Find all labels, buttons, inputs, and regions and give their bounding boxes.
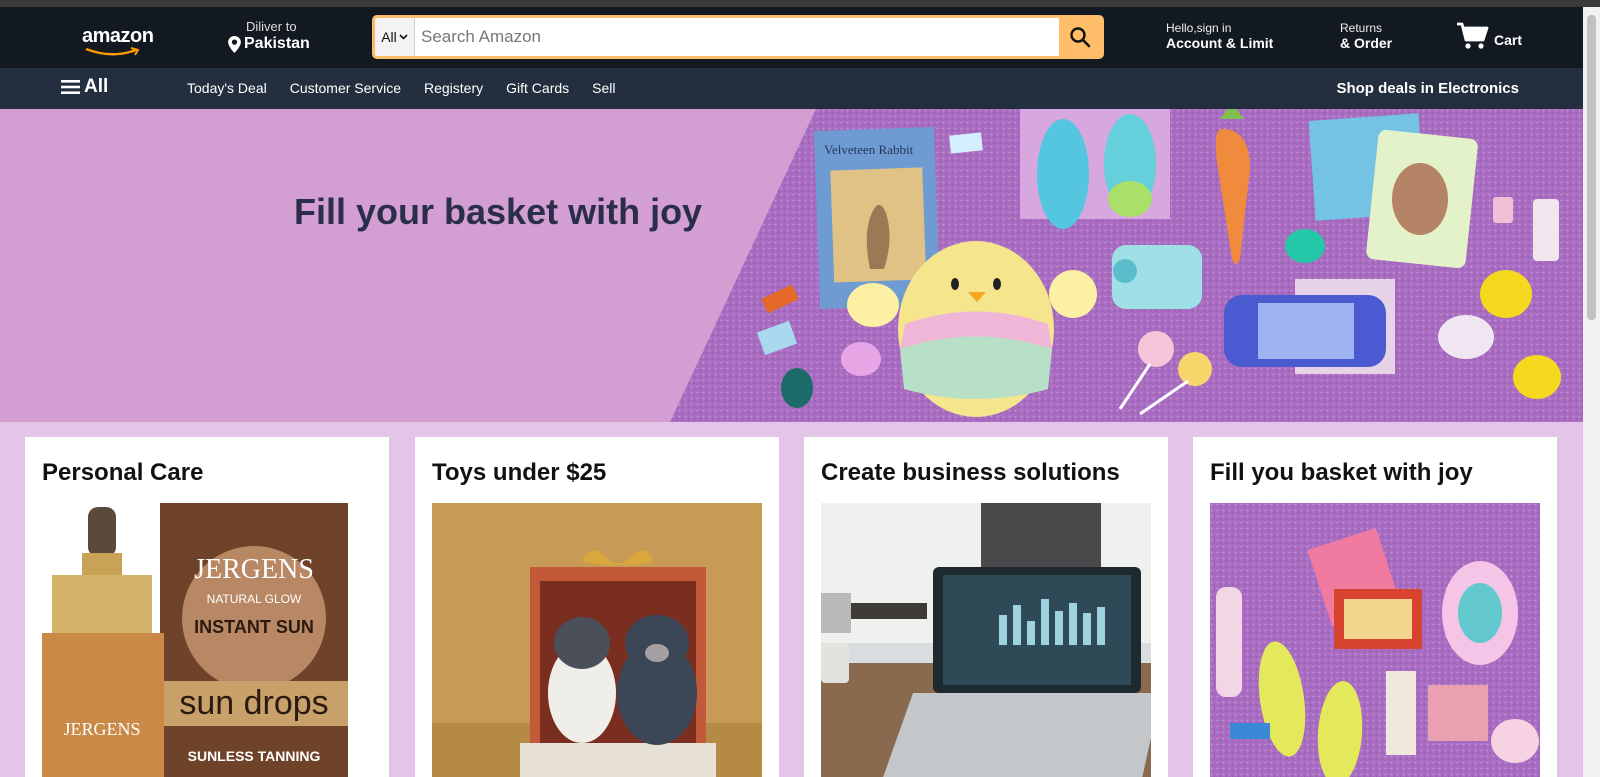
jergens-bottle-text: JERGENS [63, 719, 140, 739]
search-category-dropdown[interactable]: All [375, 18, 415, 56]
card-image-business [821, 503, 1151, 777]
card-fill-basket[interactable]: Fill you basket with joy [1193, 437, 1557, 777]
card-image-personal-care: JERGENS NATURAL GLOW INSTANT SUN sun dro… [42, 503, 372, 777]
hero-banner[interactable]: Velveteen Rabbit Fill your basket with j… [0, 109, 1583, 422]
book-title: Velveteen Rabbit [824, 142, 914, 157]
search-icon [1070, 27, 1091, 48]
nav-link-sell[interactable]: Sell [592, 80, 615, 96]
search-category-label: All [381, 29, 397, 45]
scrollbar-thumb[interactable] [1587, 15, 1596, 320]
account-menu[interactable]: Hello,sign in Account & Limit [1166, 21, 1273, 51]
all-menu-button[interactable]: All [61, 76, 108, 98]
nav-links: Today's Deal Customer Service Registery … [187, 80, 616, 96]
card-title: Toys under $25 [432, 459, 607, 486]
returns-label: Returns [1340, 21, 1383, 35]
nav-link-gift-cards[interactable]: Gift Cards [506, 80, 569, 96]
account-label: Account & Limit [1166, 35, 1274, 51]
logo-smile-icon [85, 47, 140, 56]
orders-label: & Order [1340, 35, 1393, 51]
location-pin-icon [228, 35, 241, 53]
cart-icon [1457, 22, 1489, 49]
hero-easter-image: Velveteen Rabbit [670, 109, 1583, 422]
returns-orders[interactable]: Returns & Order [1340, 21, 1392, 51]
sub-navigation: All Today's Deal Customer Service Regist… [0, 68, 1583, 109]
instant-sun-text: INSTANT SUN [194, 617, 314, 637]
header: amazon Diliver to Pakistan All Search Am… [0, 7, 1583, 68]
chevron-down-icon [399, 34, 408, 40]
nav-link-registry[interactable]: Registery [424, 80, 483, 96]
card-title: Create business solutions [821, 459, 1120, 486]
nav-link-customer-service[interactable]: Customer Service [290, 80, 401, 96]
page-scrollbar[interactable] [1583, 7, 1600, 777]
search-bar: All [372, 15, 1104, 59]
window-top-strip [0, 0, 1600, 7]
deliver-label: Diliver to [246, 19, 297, 34]
card-image-toys [432, 503, 762, 777]
account-greeting: Hello,sign in [1166, 21, 1232, 35]
cart-button[interactable]: Cart [1456, 21, 1522, 51]
card-title: Fill you basket with joy [1210, 459, 1473, 486]
deliver-location-text: Pakistan [244, 35, 310, 52]
amazon-logo[interactable]: amazon [82, 25, 154, 56]
jergens-brand-text: JERGENS [194, 554, 314, 585]
sunless-tanning-text: SUNLESS TANNING [188, 748, 321, 764]
card-business-solutions[interactable]: Create business solutions [804, 437, 1168, 777]
card-personal-care[interactable]: Personal Care JERGENS NATURAL GLOW INSTA… [25, 437, 389, 777]
all-menu-label: All [84, 76, 109, 97]
card-image-basket [1210, 503, 1540, 777]
natural-glow-text: NATURAL GLOW [207, 592, 302, 606]
nav-link-todays-deal[interactable]: Today's Deal [187, 80, 267, 96]
cart-label: Cart [1494, 32, 1523, 48]
sun-drops-text: sun drops [179, 684, 328, 722]
deliver-location: Pakistan [228, 35, 310, 53]
electronics-deals-link[interactable]: Shop deals in Electronics [1336, 80, 1519, 97]
card-title: Personal Care [42, 459, 204, 486]
hamburger-icon [61, 80, 80, 94]
search-input[interactable] [415, 18, 1059, 56]
deliver-to[interactable]: Diliver to Pakistan [228, 19, 310, 53]
search-button[interactable] [1059, 18, 1101, 56]
hero-title: Fill your basket with joy [294, 191, 703, 232]
card-toys-under-25[interactable]: Toys under $25 [415, 437, 779, 777]
